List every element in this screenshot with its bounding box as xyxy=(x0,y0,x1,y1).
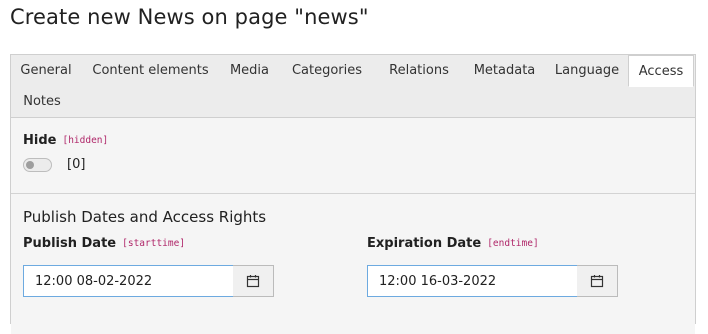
hide-field-section: Hide [hidden] [0] xyxy=(11,118,695,194)
expiration-date-label-text: Expiration Date xyxy=(367,236,482,251)
hide-field-code: [hidden] xyxy=(62,135,109,146)
expiration-date-code: [endtime] xyxy=(487,238,539,249)
toggle-knob xyxy=(26,161,34,169)
expiration-date-label: Expiration Date [endtime] xyxy=(367,236,539,251)
publish-dates-section: Publish Dates and Access Rights Publish … xyxy=(11,194,695,334)
tab-content-elements[interactable]: Content elements xyxy=(81,55,220,86)
tab-categories[interactable]: Categories xyxy=(279,55,375,86)
publish-date-label: Publish Date [starttime] xyxy=(23,236,185,251)
tab-language[interactable]: Language xyxy=(546,55,628,86)
calendar-icon xyxy=(590,275,604,288)
record-edit-form: General Content elements Media Categorie… xyxy=(10,54,696,334)
hide-field-label: Hide [hidden] xyxy=(23,133,108,148)
tab-relations[interactable]: Relations xyxy=(375,55,463,86)
tab-access[interactable]: Access xyxy=(628,55,694,87)
publish-date-code: [starttime] xyxy=(122,238,186,249)
tab-metadata[interactable]: Metadata xyxy=(463,55,546,86)
publish-date-label-text: Publish Date xyxy=(23,236,117,251)
publish-date-calendar-button[interactable] xyxy=(233,265,274,297)
tab-bar: General Content elements Media Categorie… xyxy=(11,55,695,118)
expiration-date-calendar-button[interactable] xyxy=(577,265,618,297)
tab-notes[interactable]: Notes xyxy=(11,86,73,117)
tab-media[interactable]: Media xyxy=(220,55,279,86)
hide-toggle-value: [0] xyxy=(67,157,86,172)
expiration-date-input[interactable] xyxy=(367,265,578,297)
page-title: Create new News on page "news" xyxy=(10,5,369,29)
publish-date-input[interactable] xyxy=(23,265,234,297)
tab-general[interactable]: General xyxy=(11,55,81,86)
hide-toggle[interactable] xyxy=(23,158,52,172)
section-heading: Publish Dates and Access Rights xyxy=(23,208,267,226)
hide-label-text: Hide xyxy=(23,133,57,148)
calendar-icon xyxy=(246,275,260,288)
